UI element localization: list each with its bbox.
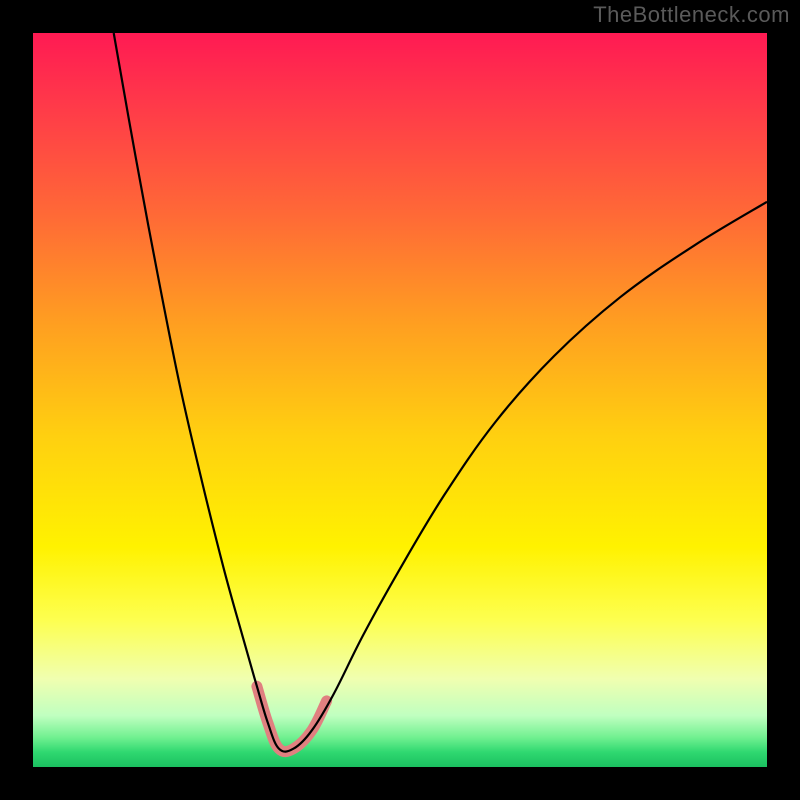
plot-area — [33, 33, 767, 767]
bottleneck-curve — [114, 33, 767, 752]
chart-frame: TheBottleneck.com — [0, 0, 800, 800]
curve-svg — [33, 33, 767, 767]
watermark-text: TheBottleneck.com — [593, 2, 790, 28]
